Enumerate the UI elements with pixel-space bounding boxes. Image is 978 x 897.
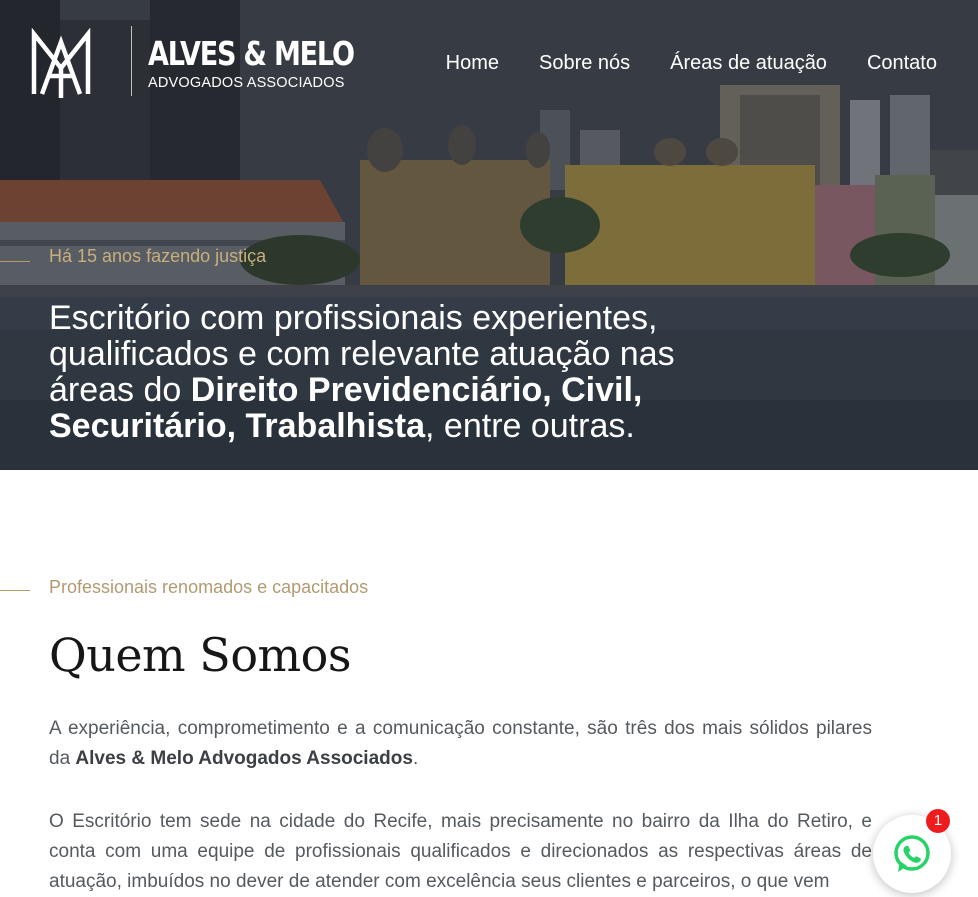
nav-sobre-nos[interactable]: Sobre nós [539, 52, 630, 75]
hero-heading: Escritório com profissionais experientes… [49, 300, 769, 444]
hero-heading-tail: , entre outras. [425, 407, 635, 445]
hero-banner: ALVES & MELO ADVOGADOS ASSOCIADOS Home S… [0, 0, 978, 470]
main-nav: Home Sobre nós Áreas de atuação Contato [446, 52, 937, 75]
about-p1-firm-name: Alves & Melo Advogados Associados [75, 748, 413, 769]
section-tagline: Professionais renomados e capacitados [49, 577, 369, 597]
brand-logo[interactable]: ALVES & MELO ADVOGADOS ASSOCIADOS [30, 24, 355, 104]
logo-divider [131, 26, 132, 96]
about-paragraph-2: O Escritório tem sede na cidade do Recif… [49, 811, 872, 892]
whatsapp-icon [894, 835, 930, 872]
whatsapp-notification-badge: 1 [926, 809, 950, 833]
brand-subtitle: ADVOGADOS ASSOCIADOS [148, 75, 345, 91]
brand-name: ALVES & MELO [148, 34, 355, 73]
section-title: Quem Somos [49, 628, 351, 682]
nav-areas-de-atuacao[interactable]: Áreas de atuação [670, 52, 827, 75]
brand-monogram-icon [31, 28, 91, 98]
hero-accent-line [0, 261, 30, 262]
about-paragraph-1: A experiência, comprometimento e a comun… [49, 714, 872, 774]
nav-contato[interactable]: Contato [867, 52, 937, 75]
about-p1-tail: . [412, 748, 419, 769]
section-accent-line [0, 590, 30, 591]
hero-tagline: Há 15 anos fazendo justiça [49, 246, 267, 266]
nav-home[interactable]: Home [446, 52, 499, 75]
